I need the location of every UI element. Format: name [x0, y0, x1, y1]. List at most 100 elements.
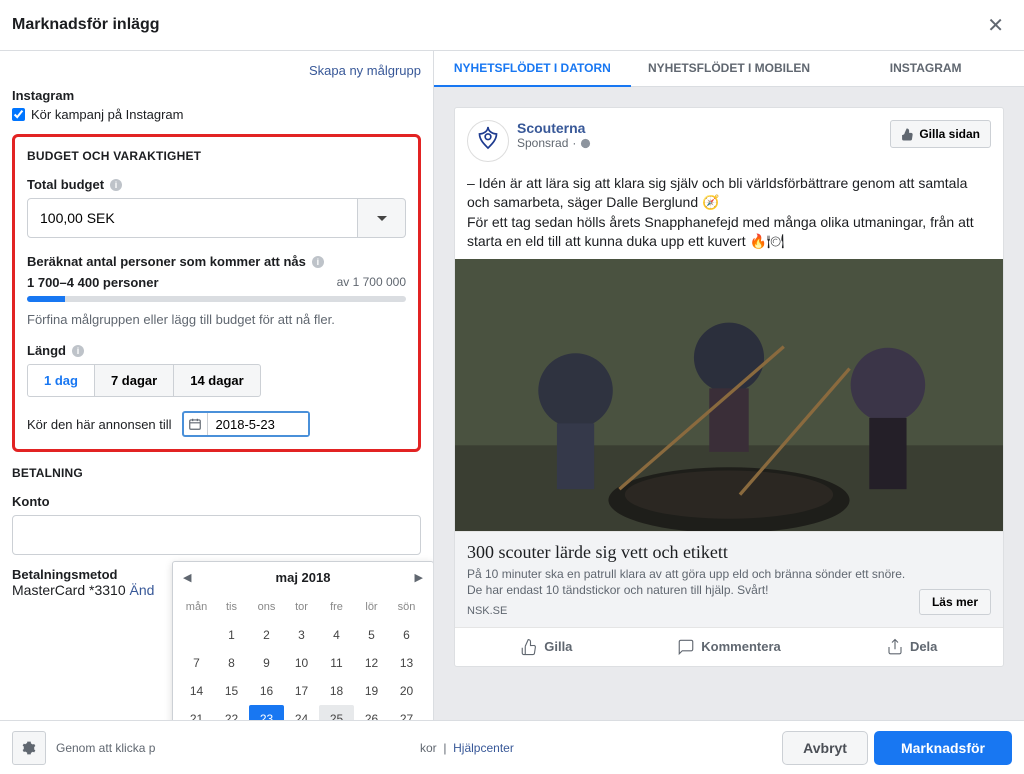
cal-day[interactable]: 22 [214, 705, 249, 720]
post-link-desc: På 10 minuter ska en patrull klara av at… [467, 566, 991, 598]
cal-prev[interactable]: ◀ [183, 571, 191, 584]
share-label: Dela [910, 639, 937, 654]
cal-day[interactable]: 26 [354, 705, 389, 720]
post-link-domain: NSK.SE [467, 605, 991, 617]
reach-label: Beräknat antal personer som kommer att n… [27, 254, 306, 269]
duration-7-days[interactable]: 7 dagar [94, 364, 174, 397]
settings-button[interactable] [12, 731, 46, 765]
help-center-link[interactable]: Hjälpcenter [453, 741, 514, 755]
comment-action[interactable]: Kommentera [638, 628, 821, 666]
cal-day[interactable]: 15 [214, 677, 249, 705]
tab-mobile-feed[interactable]: NYHETSFLÖDET I MOBILEN [631, 51, 828, 87]
calendar-icon[interactable] [184, 413, 208, 435]
cal-day[interactable]: 18 [319, 677, 354, 705]
cal-day[interactable]: 21 [179, 705, 214, 720]
create-audience-link[interactable]: Skapa ny målgrupp [309, 63, 421, 78]
post-link-title: 300 scouter lärde sig vett och etikett [467, 542, 991, 563]
close-icon: ✕ [987, 15, 1004, 37]
duration-14-days[interactable]: 14 dagar [173, 364, 260, 397]
cal-dow: mån [179, 593, 214, 621]
cal-day[interactable]: 25 [319, 705, 354, 720]
cal-day[interactable]: 11 [319, 649, 354, 677]
cancel-button[interactable]: Avbryt [782, 731, 868, 765]
change-payment-link[interactable]: Änd [130, 582, 155, 598]
cal-day[interactable]: 23 [249, 705, 284, 720]
modal-title: Marknadsför inlägg [12, 16, 160, 34]
total-budget-label: Total budget [27, 177, 104, 192]
reach-bar [27, 296, 406, 302]
duration-buttons: 1 dag 7 dagar 14 dagar [27, 364, 406, 397]
cal-day[interactable]: 19 [354, 677, 389, 705]
post-image[interactable] [455, 259, 1003, 531]
sponsored-label: Sponsrad [517, 136, 568, 150]
comment-icon [677, 638, 695, 656]
share-action[interactable]: Dela [820, 628, 1003, 666]
like-action[interactable]: Gilla [455, 628, 638, 666]
cal-day[interactable]: 12 [354, 649, 389, 677]
info-icon[interactable]: i [110, 179, 122, 191]
account-label: Konto [12, 494, 50, 509]
payment-section-title: BETALNING [12, 466, 421, 480]
budget-section-title: BUDGET OCH VARAKTIGHET [27, 149, 406, 163]
tab-desktop-feed[interactable]: NYHETSFLÖDET I DATORN [434, 51, 631, 87]
page-avatar[interactable] [467, 120, 509, 162]
cal-day[interactable]: 3 [284, 621, 319, 649]
instagram-checkbox-label: Kör kampanj på Instagram [31, 107, 183, 122]
cal-day[interactable]: 14 [179, 677, 214, 705]
reach-total: av 1 700 000 [337, 275, 406, 290]
read-more-button[interactable]: Läs mer [919, 589, 991, 615]
like-page-button[interactable]: Gilla sidan [890, 120, 991, 148]
thumb-icon [901, 128, 914, 141]
instagram-checkbox[interactable] [12, 108, 25, 121]
dot: · [572, 136, 576, 150]
cal-dow: fre [319, 593, 354, 621]
cal-day[interactable]: 20 [389, 677, 424, 705]
terms-suffix: kor [420, 741, 437, 755]
cal-day[interactable]: 1 [214, 621, 249, 649]
cal-dow: lör [354, 593, 389, 621]
post-preview: Scouterna Sponsrad · Gilla sidan – Idén … [454, 107, 1004, 667]
close-button[interactable]: ✕ [979, 5, 1012, 46]
calendar-popup: ◀ maj 2018 ▶ måntisonstorfrelörsön123456… [172, 561, 434, 720]
cal-day[interactable]: 7 [179, 649, 214, 677]
cal-day[interactable]: 6 [389, 621, 424, 649]
run-until-label: Kör den här annonsen till [27, 417, 172, 432]
budget-currency-dropdown[interactable] [358, 198, 406, 238]
reach-value: 1 700–4 400 personer [27, 275, 159, 290]
cal-day[interactable]: 4 [319, 621, 354, 649]
cal-month: maj 2018 [276, 570, 331, 585]
tab-instagram[interactable]: INSTAGRAM [827, 51, 1024, 87]
info-icon[interactable]: i [312, 256, 324, 268]
cal-next[interactable]: ▶ [415, 571, 423, 584]
post-page-name[interactable]: Scouterna [517, 120, 591, 136]
like-page-label: Gilla sidan [919, 127, 980, 141]
cal-day[interactable]: 17 [284, 677, 319, 705]
cal-dow: sön [389, 593, 424, 621]
reach-hint: Förfina målgruppen eller lägg till budge… [27, 312, 406, 327]
info-icon[interactable]: i [72, 345, 84, 357]
cal-day[interactable]: 8 [214, 649, 249, 677]
post-body-text: – Idén är att lära sig att klara sig sjä… [455, 174, 1003, 259]
duration-1-day[interactable]: 1 dag [27, 364, 95, 397]
cal-day[interactable]: 24 [284, 705, 319, 720]
cal-dow: tis [214, 593, 249, 621]
cal-dow: ons [249, 593, 284, 621]
promote-button[interactable]: Marknadsför [874, 731, 1012, 765]
cal-day[interactable]: 10 [284, 649, 319, 677]
cal-day[interactable]: 13 [389, 649, 424, 677]
like-label: Gilla [544, 639, 572, 654]
cal-day[interactable]: 9 [249, 649, 284, 677]
budget-input[interactable] [27, 198, 358, 238]
cal-day[interactable]: 16 [249, 677, 284, 705]
share-icon [886, 638, 904, 656]
cal-day[interactable]: 27 [389, 705, 424, 720]
cal-day[interactable]: 2 [249, 621, 284, 649]
cal-day[interactable]: 5 [354, 621, 389, 649]
length-label: Längd [27, 343, 66, 358]
chevron-down-icon [377, 216, 387, 221]
globe-icon [580, 138, 591, 149]
account-select[interactable] [12, 515, 421, 555]
thumb-icon [520, 638, 538, 656]
end-date-input[interactable] [208, 413, 308, 435]
comment-label: Kommentera [701, 639, 780, 654]
